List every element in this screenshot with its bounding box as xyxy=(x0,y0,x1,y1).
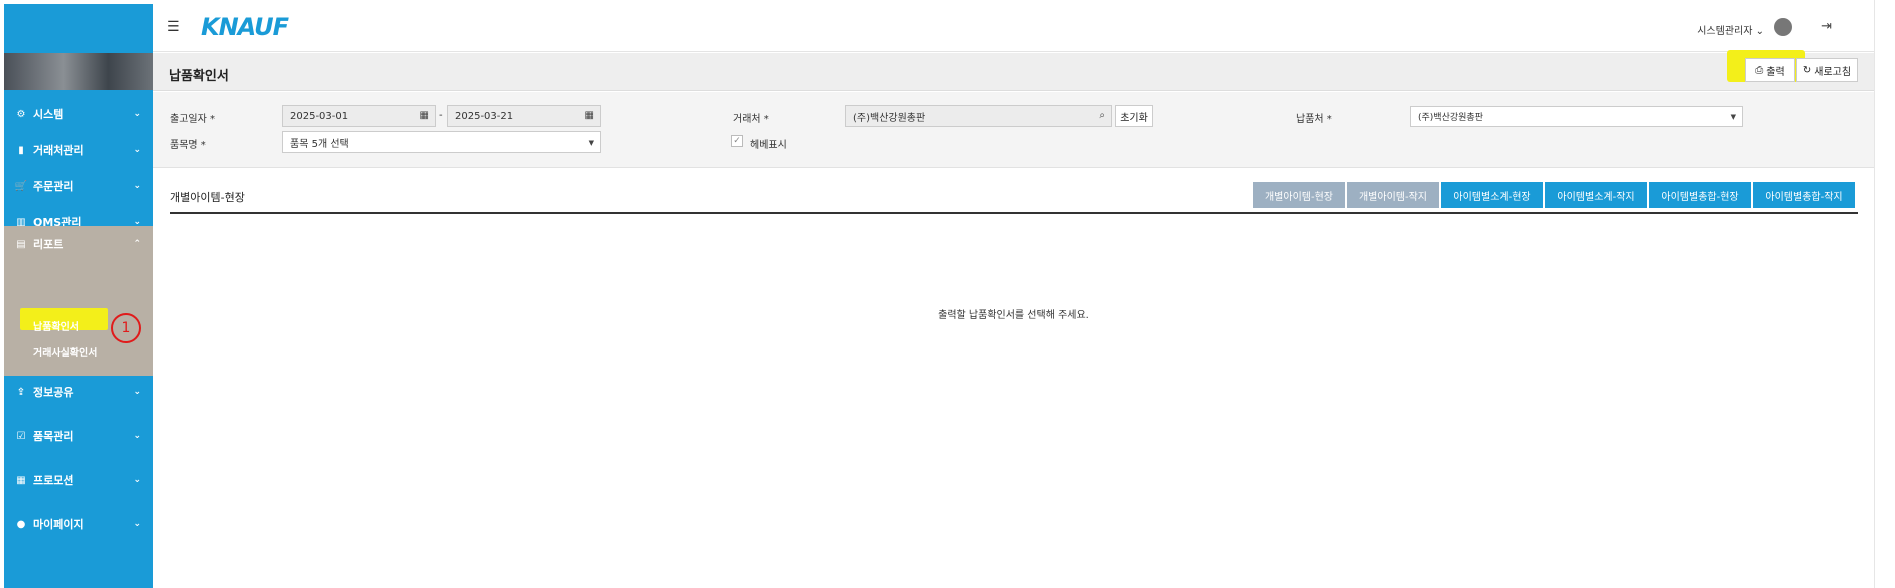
cart-icon: 🛒 xyxy=(14,180,28,192)
chevron-down-icon: ⌄ xyxy=(133,431,141,441)
chevron-down-icon: ⌄ xyxy=(133,145,141,155)
date-to-value: 2025-03-21 xyxy=(455,110,514,122)
calendar-icon[interactable]: ▦ xyxy=(585,110,594,121)
sidebar-item-products[interactable]: ☑ 품목관리 ⌄ xyxy=(4,418,153,454)
hebe-label: 헤베표시 xyxy=(750,140,787,151)
logout-icon[interactable]: ⇥ xyxy=(1821,19,1832,34)
document-icon: ▤ xyxy=(16,238,26,250)
grid-icon: ▦ xyxy=(16,474,26,486)
hebe-checkbox[interactable]: ✓ xyxy=(731,135,743,147)
filter-panel: 출고일자 * 2025-03-01 ▦ - 2025-03-21 ▦ 거래처 *… xyxy=(153,92,1874,168)
logo[interactable]: KNAUF xyxy=(201,13,289,41)
printer-icon: ⎙ xyxy=(1755,64,1764,76)
chevron-down-icon: ⌄ xyxy=(133,181,141,191)
delivery-place-label: 납품처 * xyxy=(1296,114,1332,125)
sidebar-item-system[interactable]: ⚙ 시스템 ⌄ xyxy=(4,96,153,132)
user-menu[interactable]: 시스템관리자 ⌄ xyxy=(1697,22,1764,37)
sidebar-item-label: 거래처관리 xyxy=(33,144,84,157)
item-select[interactable]: 품목 5개 선택 ▼ xyxy=(282,131,601,153)
sidebar-item-clients[interactable]: ▮ 거래처관리 ⌄ xyxy=(4,132,153,168)
calendar-icon[interactable]: ▦ xyxy=(420,110,429,121)
hamburger-menu-icon[interactable]: ☰ xyxy=(167,19,180,35)
page-title: 납품확인서 xyxy=(169,69,229,84)
sidebar-banner-image xyxy=(4,53,153,90)
sidebar-item-label: 리포트 xyxy=(33,238,64,251)
tab-individual-work[interactable]: 개별아이템-작지 xyxy=(1347,182,1439,208)
bookmark-icon: ▮ xyxy=(18,144,24,156)
date-separator: - xyxy=(439,110,443,121)
search-icon[interactable]: ⌕ xyxy=(1099,110,1105,121)
top-bar: ☰ KNAUF 시스템관리자 ⌄ ⇥ xyxy=(153,4,1874,52)
date-to-input[interactable]: 2025-03-21 ▦ xyxy=(447,105,601,127)
share-icon: ⇪ xyxy=(16,386,26,398)
refresh-button[interactable]: ↻ 새로고침 xyxy=(1796,58,1858,82)
tab-subtotal-site[interactable]: 아이템별소계-현장 xyxy=(1441,182,1543,208)
report-tab-bar: 개별아이템-현장 개별아이템-현장 개별아이템-작지 아이템별소계-현장 아이템… xyxy=(170,181,1858,214)
chevron-up-icon: ⌃ xyxy=(133,239,141,249)
reset-button[interactable]: 초기화 xyxy=(1115,105,1153,127)
date-from-input[interactable]: 2025-03-01 ▦ xyxy=(282,105,436,127)
sidebar-sub-transaction-confirm[interactable]: 거래사실확인서 xyxy=(33,344,97,359)
chevron-down-icon: ⌄ xyxy=(133,519,141,529)
print-button-label: 출력 xyxy=(1766,66,1785,78)
sidebar-item-promotion[interactable]: ▦ 프로모션 ⌄ xyxy=(4,462,153,498)
refresh-icon: ↻ xyxy=(1802,64,1812,76)
item-name-label: 품목명 * xyxy=(170,140,206,151)
sidebar-item-label: 주문관리 xyxy=(33,180,74,193)
delivery-place-select[interactable]: (주)백산강원총판 ▼ xyxy=(1410,106,1743,127)
print-button[interactable]: ⎙ 출력 xyxy=(1745,58,1795,82)
tab-total-work[interactable]: 아이템별총합-작지 xyxy=(1753,182,1855,208)
sidebar-top xyxy=(4,4,153,53)
empty-state-message: 출력할 납품확인서를 선택해 주세요. xyxy=(938,310,1089,321)
item-select-value: 품목 5개 선택 xyxy=(290,138,349,150)
sidebar-item-mypage[interactable]: ● 마이페이지 ⌄ xyxy=(4,506,153,542)
sidebar-item-report-active[interactable]: ▤ 리포트 ⌃ xyxy=(4,226,153,262)
chevron-down-icon: ⌄ xyxy=(133,475,141,485)
sidebar-item-label: 정보공유 xyxy=(33,386,74,399)
sidebar-item-label: 프로모션 xyxy=(33,474,74,487)
refresh-button-label: 새로고침 xyxy=(1814,66,1852,78)
check-square-icon: ☑ xyxy=(16,430,26,442)
dropdown-caret-icon: ▼ xyxy=(1730,113,1736,121)
chevron-down-icon: ⌄ xyxy=(133,109,141,119)
sidebar-item-label: 시스템 xyxy=(33,108,64,121)
sidebar-sub-delivery-confirm[interactable]: 납품확인서 xyxy=(33,318,79,333)
tab-total-site[interactable]: 아이템별총합-현장 xyxy=(1649,182,1751,208)
tab-subtotal-work[interactable]: 아이템별소계-작지 xyxy=(1545,182,1647,208)
client-label: 거래처 * xyxy=(733,114,769,125)
user-icon: ● xyxy=(16,518,26,530)
sidebar-item-orders[interactable]: 🛒 주문관리 ⌄ xyxy=(4,168,153,204)
delivery-place-value: (주)백산강원총판 xyxy=(1418,113,1483,123)
date-from-value: 2025-03-01 xyxy=(290,110,349,122)
section-title: 개별아이템-현장 xyxy=(170,191,245,204)
client-value: (주)백산강원총판 xyxy=(853,112,926,124)
dropdown-caret-icon: ▼ xyxy=(588,139,594,147)
sidebar-item-label: 품목관리 xyxy=(33,430,74,443)
tab-individual-site[interactable]: 개별아이템-현장 xyxy=(1253,182,1345,208)
ship-date-label: 출고일자 * xyxy=(170,114,215,125)
gear-icon: ⚙ xyxy=(16,108,26,120)
sidebar-item-label: 마이페이지 xyxy=(33,518,84,531)
annotation-circle-1: 1 xyxy=(111,313,141,343)
chevron-down-icon: ⌄ xyxy=(133,387,141,397)
avatar-icon[interactable] xyxy=(1774,18,1792,36)
right-edge xyxy=(1874,0,1895,588)
client-input[interactable]: (주)백산강원총판 ⌕ xyxy=(845,105,1112,127)
sidebar-item-info-share[interactable]: ⇪ 정보공유 ⌄ xyxy=(4,374,153,410)
page-title-bar: 납품확인서 xyxy=(153,53,1874,91)
